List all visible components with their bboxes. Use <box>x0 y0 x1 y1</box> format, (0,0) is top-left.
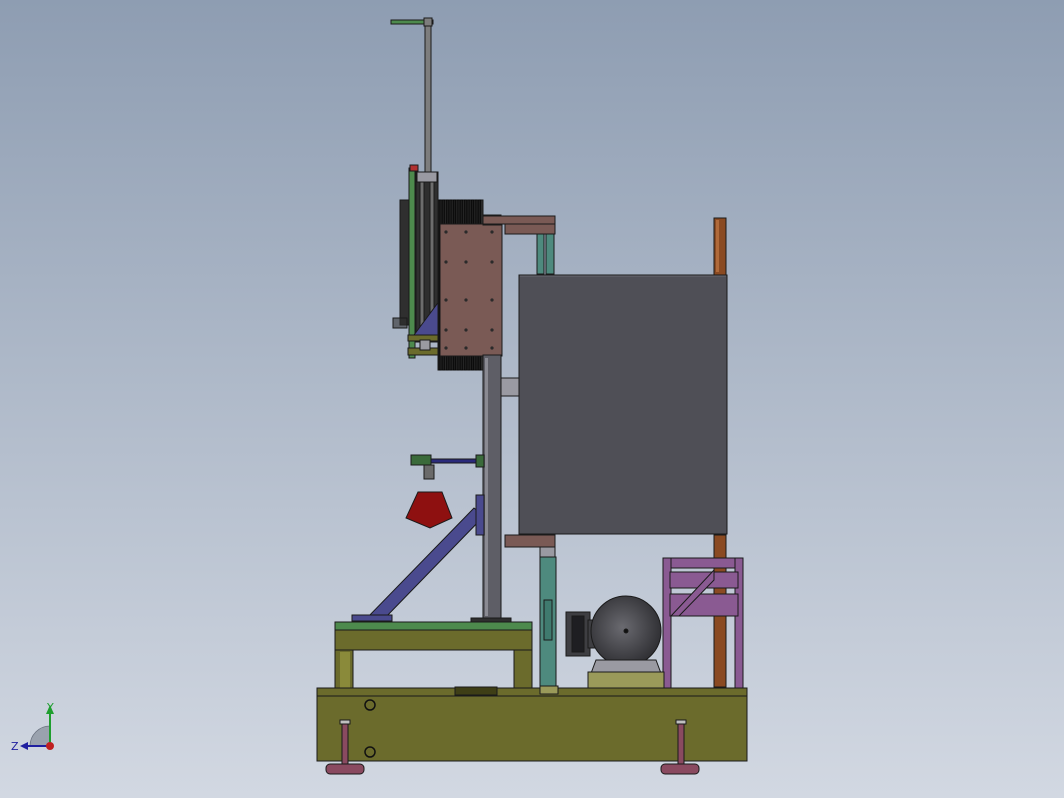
plate-hole <box>444 230 448 234</box>
plate-hole <box>464 260 468 264</box>
plate-hole <box>490 298 494 302</box>
plate-hole <box>490 260 494 264</box>
plate-hole <box>464 230 468 234</box>
plate-hole <box>444 298 448 302</box>
plate-hole <box>490 328 494 332</box>
plate-hole <box>464 346 468 350</box>
control-cabinet[interactable] <box>518 274 728 535</box>
z-axis-label: Z <box>11 740 19 753</box>
plate-hole <box>464 328 468 332</box>
plate-hole <box>490 230 494 234</box>
plate-hole <box>464 298 468 302</box>
plate-hole <box>444 328 448 332</box>
plate-hole <box>444 260 448 264</box>
cad-viewport[interactable]: Y Z <box>0 0 1064 798</box>
plate-hole <box>490 346 494 350</box>
y-axis-label: Y <box>46 701 54 714</box>
mounting-plate[interactable] <box>439 223 503 357</box>
triad-origin <box>46 742 54 750</box>
plate-hole <box>444 346 448 350</box>
